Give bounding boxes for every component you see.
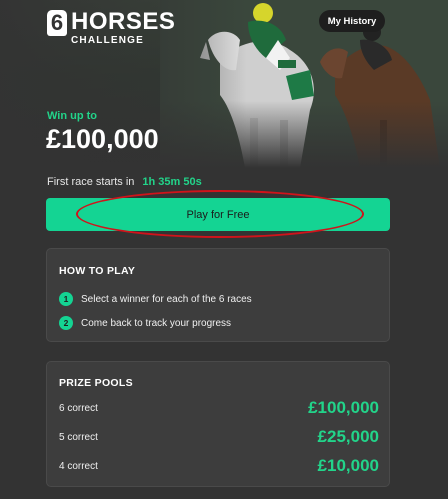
prize-tier-label: 4 correct — [59, 460, 98, 472]
logo-six-badge: 6 — [47, 10, 67, 36]
step-number-badge: 2 — [59, 316, 73, 330]
step-text: Select a winner for each of the 6 races — [81, 293, 252, 305]
prize-amount: £25,000 — [317, 427, 379, 446]
step-item: 2 Come back to track your progress — [59, 316, 231, 330]
my-history-button[interactable]: My History — [319, 10, 385, 32]
logo-text: HORSES CHALLENGE — [71, 8, 176, 47]
logo-subtitle: CHALLENGE — [71, 35, 145, 46]
step-item: 1 Select a winner for each of the 6 race… — [59, 292, 252, 306]
prize-amount: £100,000 — [308, 398, 379, 417]
jackpot-amount: £100,000 — [46, 124, 159, 154]
win-up-to-label: Win up to — [47, 110, 97, 122]
prize-amount: £10,000 — [317, 456, 379, 475]
prize-row: 5 correct £25,000 — [59, 427, 379, 447]
horses-challenge-logo: 6 HORSES CHALLENGE — [47, 10, 175, 46]
prize-pools-card: PRIZE POOLS 6 correct £100,000 5 correct… — [46, 361, 390, 487]
prize-row: 4 correct £10,000 — [59, 456, 379, 476]
step-text: Come back to track your progress — [81, 317, 232, 329]
countdown-label: First race starts in — [47, 176, 135, 188]
play-for-free-button[interactable]: Play for Free — [46, 198, 390, 231]
first-race-countdown: First race starts in 1h 35m 50s — [47, 176, 202, 188]
prize-pools-title: PRIZE POOLS — [59, 377, 133, 389]
prize-tier-label: 6 correct — [59, 402, 98, 414]
prize-row: 6 correct £100,000 — [59, 398, 379, 418]
logo-title: HORSES — [71, 8, 176, 35]
countdown-timer: 1h 35m 50s — [142, 176, 202, 188]
step-number-badge: 1 — [59, 292, 73, 306]
how-to-play-card: HOW TO PLAY 1 Select a winner for each o… — [46, 248, 390, 342]
prize-tier-label: 5 correct — [59, 431, 98, 443]
how-to-play-title: HOW TO PLAY — [59, 265, 136, 277]
